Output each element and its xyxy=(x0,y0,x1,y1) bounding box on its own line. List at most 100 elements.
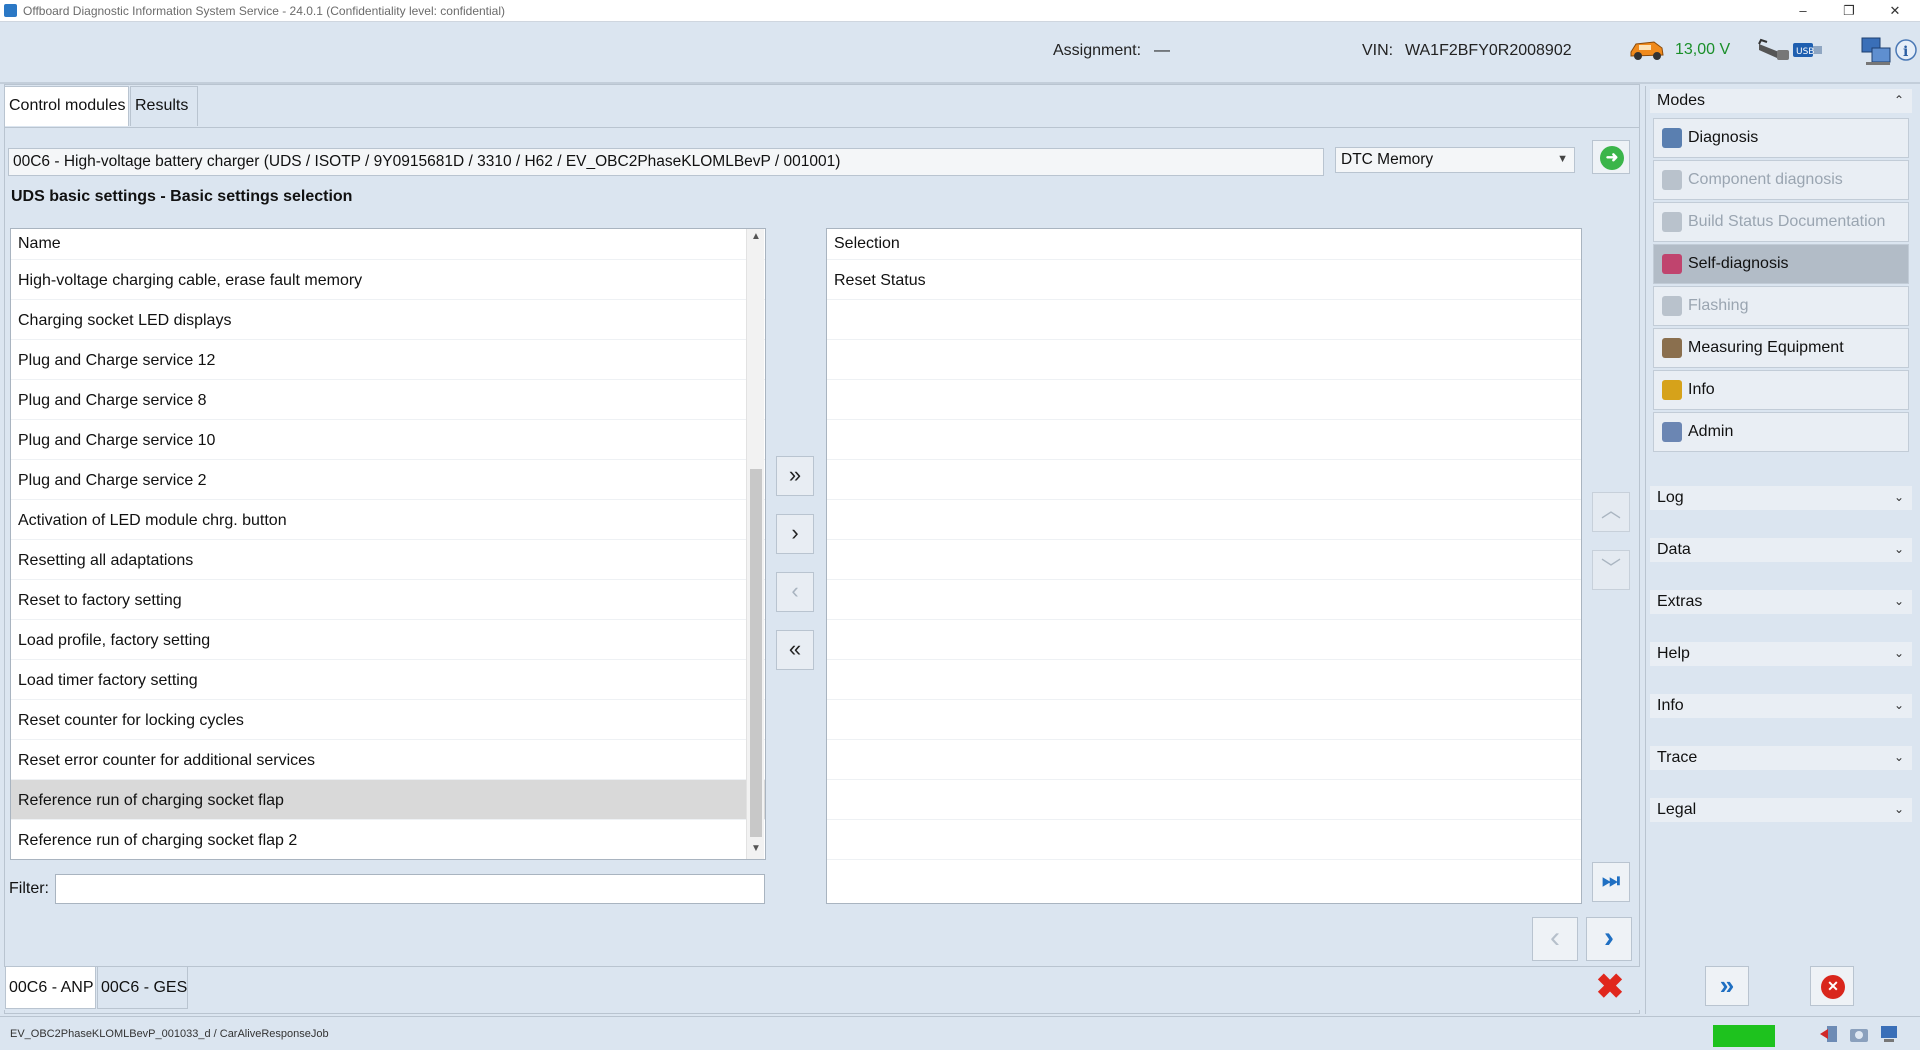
filter-input[interactable] xyxy=(55,874,765,904)
section-legal[interactable]: Legal ⌄ xyxy=(1650,798,1912,822)
computer-icon[interactable] xyxy=(1878,1023,1900,1050)
section-label: Legal xyxy=(1657,801,1697,818)
go-arrow-icon: ➜ xyxy=(1600,146,1624,170)
mode-label: Self-diagnosis xyxy=(1688,255,1789,272)
cancel-icon[interactable]: ✖ xyxy=(1592,970,1628,1006)
mode-measuring-equipment[interactable]: Measuring Equipment xyxy=(1653,328,1909,368)
header-bar: Assignment: — VIN: WA1F2BFY0R2008902 13,… xyxy=(0,22,1920,84)
tab-control-modules[interactable]: Control modules xyxy=(4,86,129,126)
modes-header[interactable]: Modes ⌃ xyxy=(1650,89,1912,113)
list-item[interactable]: Plug and Charge service 2 xyxy=(11,459,765,499)
chevron-down-icon: ﹀ xyxy=(1601,558,1621,580)
selection-empty-row xyxy=(827,699,1581,739)
list-item[interactable]: Charging socket LED displays xyxy=(11,299,765,339)
tab-results[interactable]: Results xyxy=(130,86,198,126)
logout-icon[interactable] xyxy=(1818,1023,1840,1050)
scroll-up-icon[interactable]: ▲ xyxy=(747,231,765,242)
bottom-tab-ges[interactable]: 00C6 - GES xyxy=(97,967,188,1009)
bottom-tab-anp[interactable]: 00C6 - ANP xyxy=(5,967,96,1009)
section-data[interactable]: Data ⌄ xyxy=(1650,538,1912,562)
list-item[interactable]: Resetting all adaptations xyxy=(11,539,765,579)
next-button[interactable]: › xyxy=(1586,917,1632,961)
list-item[interactable]: Plug and Charge service 8 xyxy=(11,379,765,419)
add-all-button[interactable]: » xyxy=(776,456,814,496)
section-label: Trace xyxy=(1657,749,1698,766)
mode-label: Component diagnosis xyxy=(1688,171,1843,188)
mode-admin[interactable]: Admin xyxy=(1653,412,1909,452)
info-icon[interactable]: i xyxy=(1894,38,1918,69)
selection-empty-row xyxy=(827,539,1581,579)
scroll-down-icon[interactable]: ▼ xyxy=(747,843,765,854)
back-button[interactable]: ‹ xyxy=(1532,917,1578,961)
gauge-icon xyxy=(1662,338,1682,358)
list-item[interactable]: Plug and Charge service 12 xyxy=(11,339,765,379)
execute-button[interactable]: ➜ xyxy=(1592,140,1630,174)
vin-label: VIN: xyxy=(1362,42,1394,59)
scrollbar-thumb[interactable] xyxy=(750,469,762,837)
list-item[interactable]: Activation of LED module chrg. button xyxy=(11,499,765,539)
usb-icon[interactable]: USB xyxy=(1792,40,1824,65)
list-item[interactable]: Load profile, factory setting xyxy=(11,619,765,659)
section-info[interactable]: Info ⌄ xyxy=(1650,694,1912,718)
skip-to-end-button[interactable]: ⏭ xyxy=(1592,862,1630,902)
list-item[interactable]: Plug and Charge service 10 xyxy=(11,419,765,459)
selection-empty-row xyxy=(827,739,1581,779)
filter-label: Filter: xyxy=(9,880,49,897)
flashing-icon xyxy=(1662,296,1682,316)
list-item[interactable]: Load timer factory setting xyxy=(11,659,765,699)
section-label: Help xyxy=(1657,645,1690,662)
chevron-right-icon: › xyxy=(1604,921,1614,954)
remove-all-button[interactable]: « xyxy=(776,630,814,670)
mode-info[interactable]: Info xyxy=(1653,370,1909,410)
close-window-button[interactable]: ✕ xyxy=(1872,0,1918,22)
selection-empty-row xyxy=(827,859,1581,899)
title-bar: Offboard Diagnostic Information System S… xyxy=(0,0,1920,22)
list-item[interactable]: Reset to factory setting xyxy=(11,579,765,619)
section-log[interactable]: Log ⌄ xyxy=(1650,486,1912,510)
forward-fast-button[interactable]: » xyxy=(1705,966,1749,1006)
function-select[interactable]: DTC Memory ▼ xyxy=(1335,147,1575,173)
selection-list: Selection Reset Status xyxy=(826,228,1582,904)
mode-self-diagnosis[interactable]: Self-diagnosis xyxy=(1653,244,1909,284)
chevron-down-icon: ⌄ xyxy=(1893,698,1904,712)
list-item[interactable]: High-voltage charging cable, erase fault… xyxy=(11,259,765,299)
chevron-down-icon: ⌄ xyxy=(1893,646,1904,660)
assignment-label: Assignment: xyxy=(1053,42,1142,59)
list-item-selected[interactable]: Reference run of charging socket flap xyxy=(11,779,765,819)
screenshot-icon[interactable] xyxy=(1848,1023,1870,1050)
minimize-button[interactable]: – xyxy=(1780,0,1826,22)
selection-empty-row xyxy=(827,459,1581,499)
mode-component-diagnosis: Component diagnosis xyxy=(1653,160,1909,200)
close-circle-icon: ✕ xyxy=(1821,975,1845,999)
list-item[interactable]: Reference run of charging socket flap 2 xyxy=(11,819,765,859)
section-help[interactable]: Help ⌄ xyxy=(1650,642,1912,666)
mode-label: Measuring Equipment xyxy=(1688,339,1844,356)
chevron-down-icon: ⌄ xyxy=(1893,802,1904,816)
name-list-scrollbar[interactable]: ▲ ▼ xyxy=(746,229,764,859)
move-down-button[interactable]: ﹀ xyxy=(1592,550,1630,590)
section-label: Info xyxy=(1657,697,1684,714)
selection-empty-row xyxy=(827,499,1581,539)
selection-empty-row xyxy=(827,619,1581,659)
add-button[interactable]: › xyxy=(776,514,814,554)
selection-item[interactable]: Reset Status xyxy=(827,259,1581,299)
move-up-button[interactable]: ︿ xyxy=(1592,492,1630,532)
chevron-down-icon: ⌄ xyxy=(1893,542,1904,556)
chevron-up-icon: ⌃ xyxy=(1893,93,1904,107)
section-extras[interactable]: Extras ⌄ xyxy=(1650,590,1912,614)
diagnostic-interface-icon[interactable] xyxy=(1757,38,1793,69)
mode-diagnosis[interactable]: Diagnosis xyxy=(1653,118,1909,158)
restore-button[interactable]: ❐ xyxy=(1826,0,1872,22)
exit-button[interactable]: ✕ xyxy=(1810,966,1854,1006)
list-item[interactable]: Reset counter for locking cycles xyxy=(11,699,765,739)
section-trace[interactable]: Trace ⌄ xyxy=(1650,746,1912,770)
connection-indicator xyxy=(1713,1025,1775,1047)
modes-label: Modes xyxy=(1657,92,1706,109)
mode-label: Build Status Documentation xyxy=(1688,213,1886,230)
remove-button[interactable]: ‹ xyxy=(776,572,814,612)
admin-gear-icon xyxy=(1662,422,1682,442)
car-icon[interactable] xyxy=(1628,36,1666,67)
list-item[interactable]: Reset error counter for additional servi… xyxy=(11,739,765,779)
network-icon[interactable] xyxy=(1860,34,1894,73)
battery-voltage: 13,00 V xyxy=(1675,41,1731,58)
